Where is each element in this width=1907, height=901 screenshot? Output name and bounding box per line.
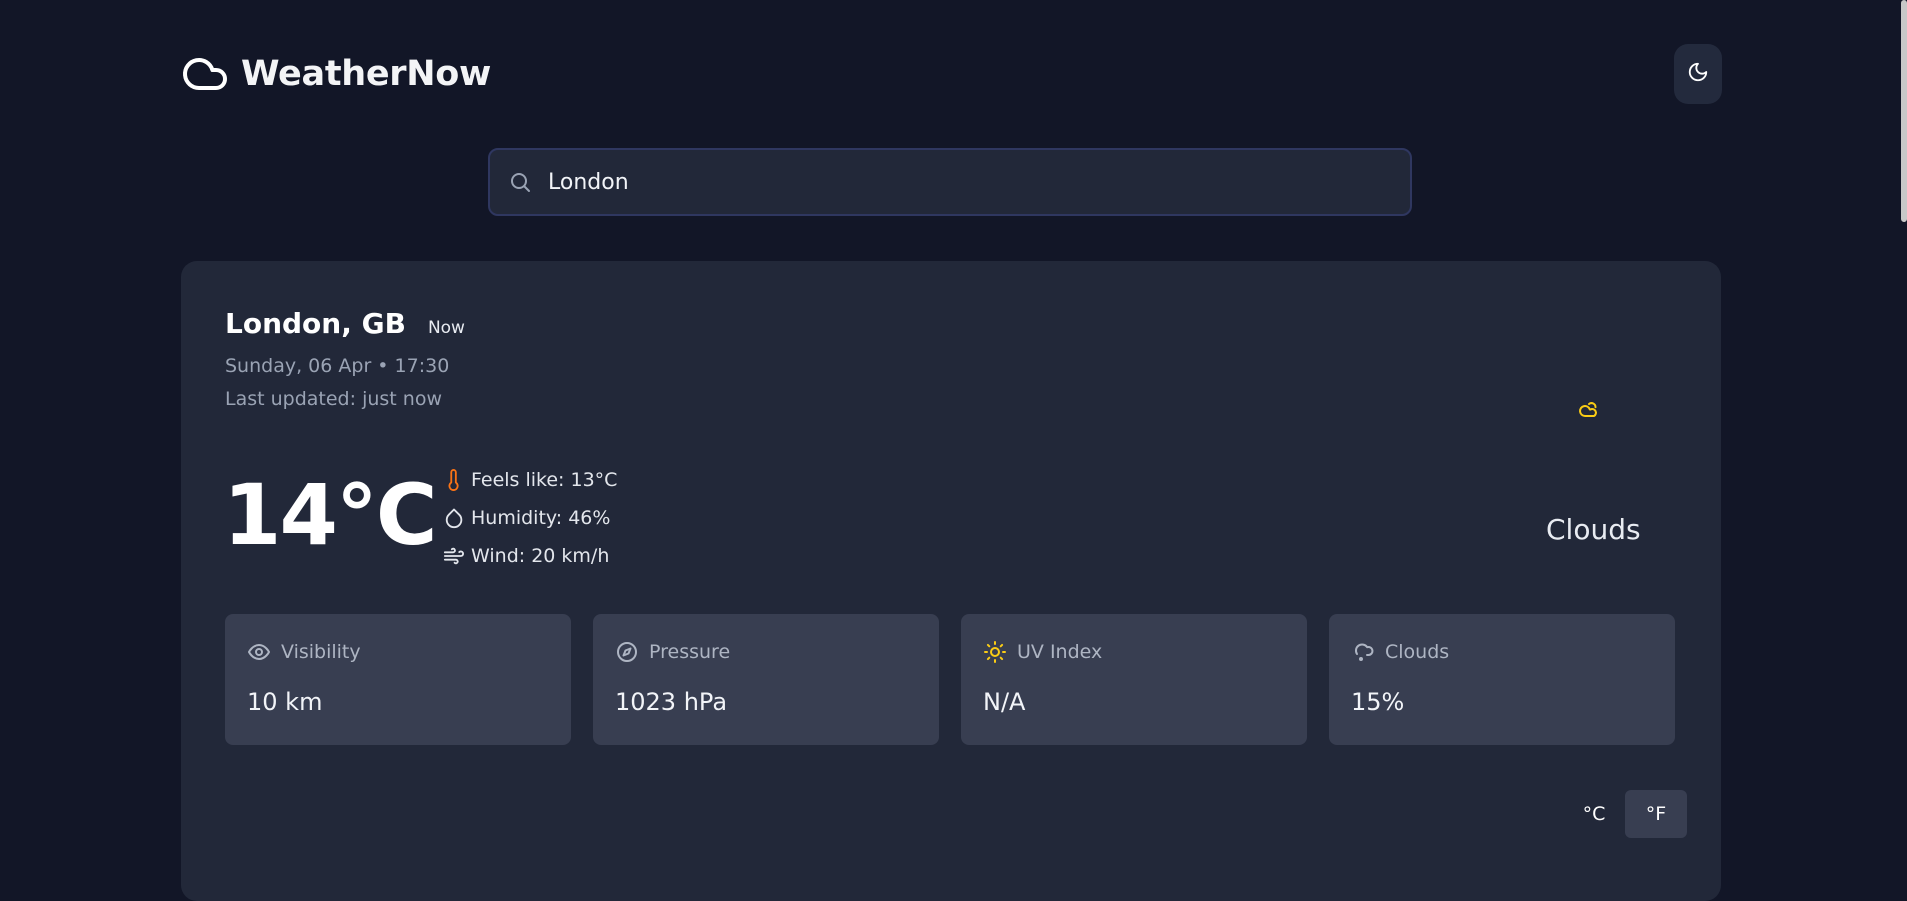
current-weather-card: London, GB Now Sunday, 06 Apr • 17:30 La…: [181, 261, 1721, 901]
feels-like-text: Feels like: 13°C: [471, 469, 618, 491]
location-name: London, GB: [225, 307, 406, 340]
app-header: WeatherNow: [181, 50, 491, 98]
search-input[interactable]: [546, 168, 1370, 196]
stat-tile-uv-index: UV Index N/A: [961, 614, 1307, 745]
stat-label: Pressure: [649, 641, 731, 663]
wind-text: Wind: 20 km/h: [471, 545, 610, 567]
celsius-button[interactable]: °C: [1563, 790, 1625, 838]
compass-icon: [615, 640, 639, 664]
current-temperature: 14°C: [223, 466, 438, 564]
fahrenheit-button[interactable]: °F: [1625, 790, 1687, 838]
wind-row: Wind: 20 km/h: [443, 537, 617, 575]
now-badge: Now: [427, 318, 465, 338]
stat-tile-visibility: Visibility 10 km: [225, 614, 571, 745]
moon-icon: [1687, 61, 1709, 87]
weather-details: Feels like: 13°C Humidity: 46% Wind: 20 …: [443, 461, 617, 575]
droplet-icon: [443, 507, 465, 529]
sun-icon: [983, 640, 1007, 664]
eye-icon: [247, 640, 271, 664]
last-updated: Last updated: just now: [225, 388, 442, 410]
stat-label: UV Index: [1017, 641, 1103, 663]
unit-toggle: °C °F: [1563, 790, 1687, 838]
stat-label: Clouds: [1385, 641, 1450, 663]
cloud-rain-icon: [1351, 640, 1375, 664]
stats-grid: Visibility 10 km Pressure 1023 hPa UV In…: [225, 614, 1675, 745]
humidity-text: Humidity: 46%: [471, 507, 611, 529]
humidity-row: Humidity: 46%: [443, 499, 617, 537]
cloud-logo-icon: [181, 50, 229, 98]
brand-title: WeatherNow: [241, 54, 492, 94]
thermometer-icon: [443, 469, 465, 491]
stat-value: 1023 hPa: [615, 688, 728, 716]
page-scrollbar[interactable]: [1899, 0, 1907, 851]
stat-label: Visibility: [281, 641, 361, 663]
scrollbar-thumb[interactable]: [1901, 0, 1907, 222]
theme-toggle-button[interactable]: [1674, 44, 1722, 104]
stat-value: 15%: [1351, 688, 1405, 716]
stat-tile-clouds: Clouds 15%: [1329, 614, 1675, 745]
feels-like-row: Feels like: 13°C: [443, 461, 617, 499]
stat-value: N/A: [983, 688, 1026, 716]
date-time: Sunday, 06 Apr • 17:30: [225, 355, 450, 377]
partly-cloudy-icon: [1577, 398, 1601, 422]
stat-value: 10 km: [247, 688, 323, 716]
search-icon: [508, 170, 532, 194]
condition-label: Clouds: [1546, 513, 1641, 546]
location-row: London, GB Now: [225, 307, 465, 340]
stat-tile-pressure: Pressure 1023 hPa: [593, 614, 939, 745]
wind-icon: [443, 545, 465, 567]
search-bar[interactable]: [488, 148, 1412, 216]
